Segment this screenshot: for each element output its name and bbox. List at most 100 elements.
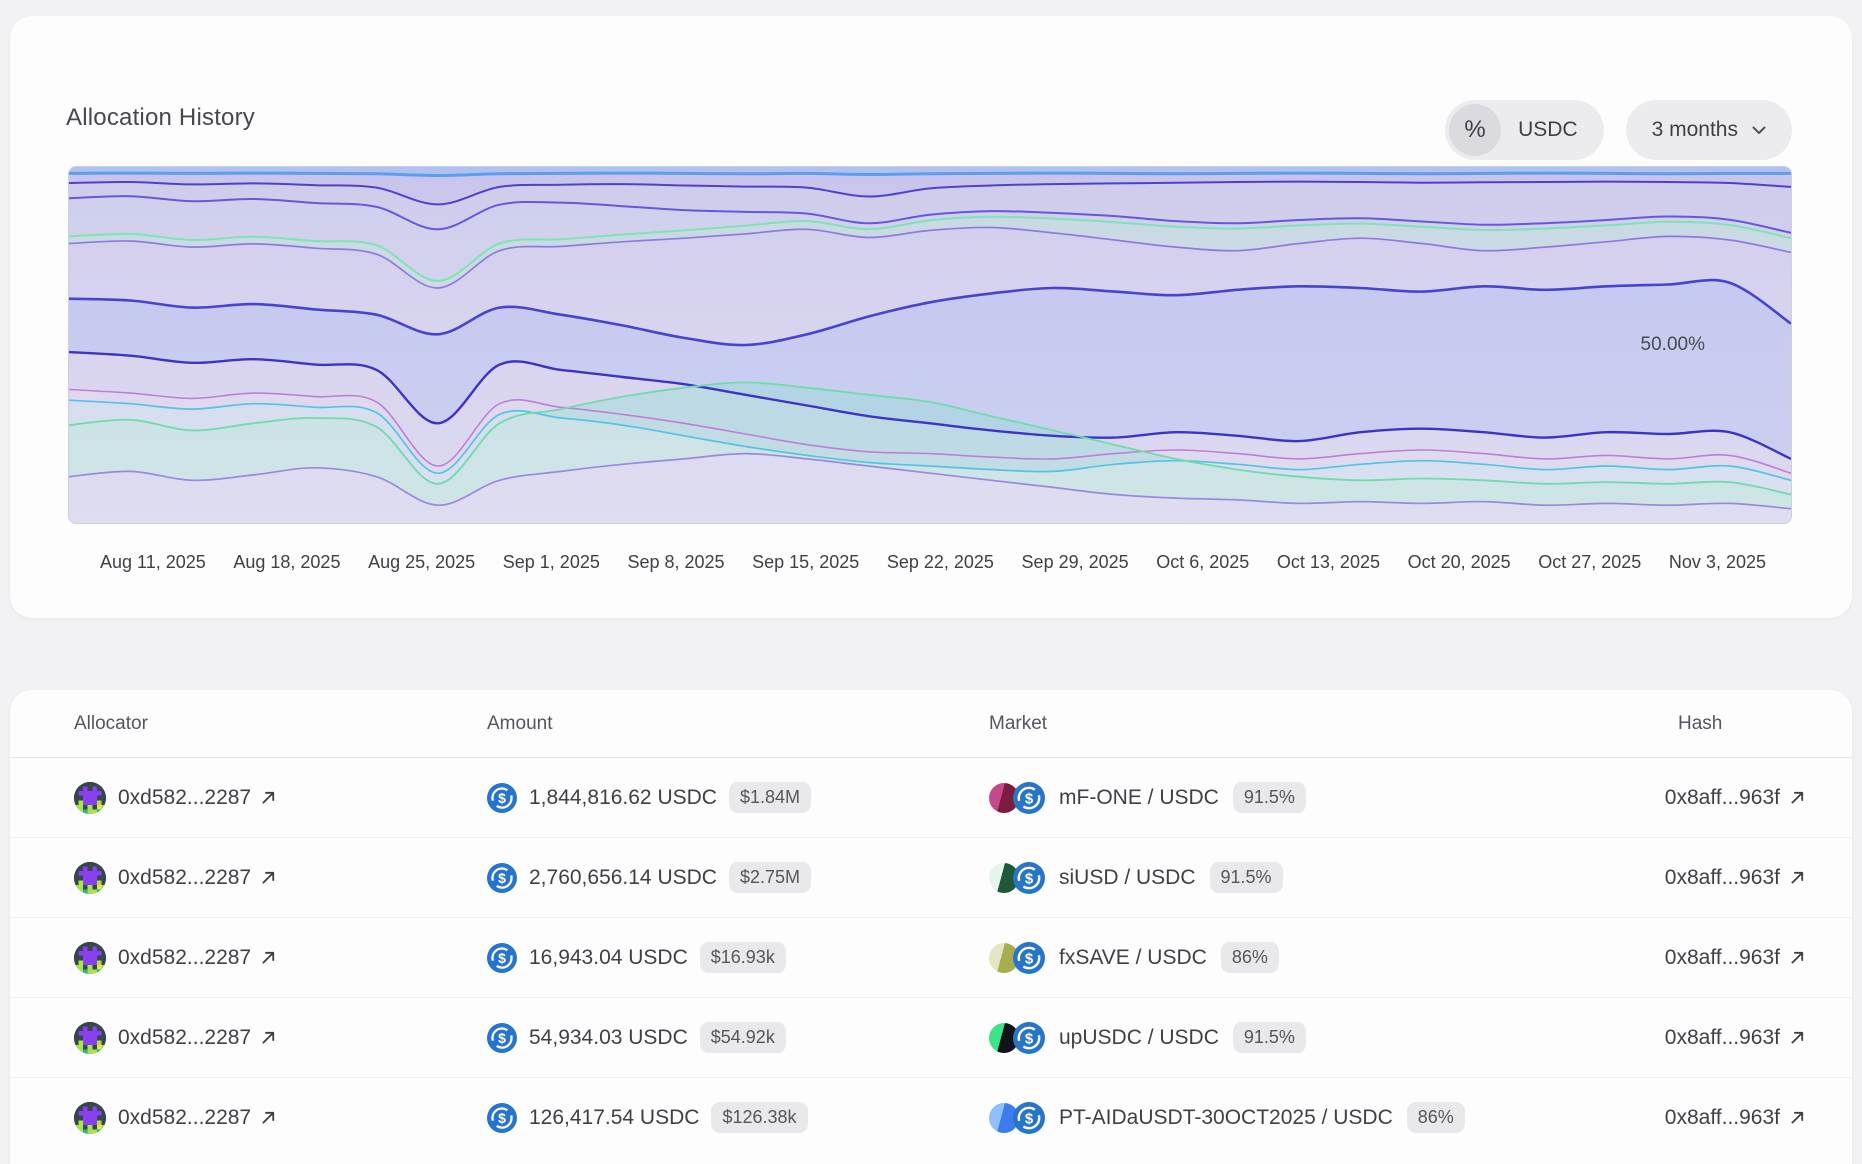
hash-cell: 0x8aff...963f xyxy=(1665,838,1805,917)
allocator-cell: 0xd582...2287 xyxy=(74,998,276,1077)
external-link-icon[interactable] xyxy=(1790,1110,1805,1125)
allocator-address-link[interactable]: 0xd582...2287 xyxy=(118,946,276,970)
table-row: 0xd582...2287 $ 2,760,656.14 USDC $2.75M xyxy=(10,838,1852,918)
market-pair-icon: $ xyxy=(989,1022,1045,1054)
axis-date-label: Oct 20, 2025 xyxy=(1408,552,1511,573)
allocator-address: 0xd582...2287 xyxy=(118,866,251,890)
svg-text:$: $ xyxy=(1025,870,1034,887)
svg-text:$: $ xyxy=(498,1109,506,1125)
allocator-cell: 0xd582...2287 xyxy=(74,838,276,917)
unit-toggle[interactable]: % USDC xyxy=(1445,100,1604,160)
percent-icon: % xyxy=(1464,116,1485,144)
axis-date-label: Aug 25, 2025 xyxy=(368,552,475,573)
amount-usd-badge: $16.93k xyxy=(700,942,786,973)
axis-date-label: Sep 29, 2025 xyxy=(1022,552,1129,573)
hash-link[interactable]: 0x8aff...963f xyxy=(1665,866,1805,890)
market-name: mF-ONE / USDC xyxy=(1059,786,1219,810)
external-link-icon[interactable] xyxy=(261,790,276,805)
market-pair-icon: $ xyxy=(989,1102,1045,1134)
amount-value: 1,844,816.62 USDC xyxy=(529,786,717,810)
amount-usd-badge: $1.84M xyxy=(729,782,811,813)
allocations-table-card: Allocator Amount Market Hash 0xd582...22… xyxy=(10,690,1852,1164)
market-percent-badge: 91.5% xyxy=(1233,782,1306,813)
amount-value: 2,760,656.14 USDC xyxy=(529,866,717,890)
svg-text:$: $ xyxy=(498,789,506,805)
allocator-cell: 0xd582...2287 xyxy=(74,918,276,997)
usdc-icon: $ xyxy=(487,1023,517,1053)
allocator-address-link[interactable]: 0xd582...2287 xyxy=(118,866,276,890)
pixel-avatar xyxy=(74,1022,106,1054)
market-name: fxSAVE / USDC xyxy=(1059,946,1207,970)
hash-value: 0x8aff...963f xyxy=(1665,1026,1780,1050)
axis-date-label: Sep 15, 2025 xyxy=(752,552,859,573)
allocation-stream-chart[interactable]: 50.00% xyxy=(68,166,1792,524)
table-row: 0xd582...2287 $ 126,417.54 USDC $126.38k xyxy=(10,1078,1852,1157)
usdc-icon: $ xyxy=(487,1103,517,1133)
usdc-icon: $ xyxy=(1013,1102,1045,1134)
amount-cell: $ 2,760,656.14 USDC $2.75M xyxy=(487,838,811,917)
usdc-icon: $ xyxy=(1013,1022,1045,1054)
market-cell: $ PT-AIDaUSDT-30OCT2025 / USDC 86% xyxy=(989,1078,1465,1157)
svg-text:$: $ xyxy=(1025,1030,1034,1047)
allocator-address-link[interactable]: 0xd582...2287 xyxy=(118,1106,276,1130)
axis-date-label: Aug 11, 2025 xyxy=(100,552,206,573)
usdc-icon: $ xyxy=(487,863,517,893)
external-link-icon[interactable] xyxy=(1790,870,1805,885)
hash-value: 0x8aff...963f xyxy=(1665,1106,1780,1130)
hash-value: 0x8aff...963f xyxy=(1665,866,1780,890)
external-link-icon[interactable] xyxy=(261,1030,276,1045)
pixel-avatar xyxy=(74,782,106,814)
allocator-address-link[interactable]: 0xd582...2287 xyxy=(118,786,276,810)
chevron-down-icon xyxy=(1752,126,1766,135)
external-link-icon[interactable] xyxy=(1790,1030,1805,1045)
time-range-value: 3 months xyxy=(1652,118,1738,142)
market-percent-badge: 86% xyxy=(1407,1102,1465,1133)
x-axis-labels: Aug 11, 2025Aug 18, 2025Aug 25, 2025Sep … xyxy=(68,552,1790,573)
market-percent-badge: 86% xyxy=(1221,942,1279,973)
allocator-address-link[interactable]: 0xd582...2287 xyxy=(118,1026,276,1050)
usdc-icon: $ xyxy=(1013,862,1045,894)
hash-link[interactable]: 0x8aff...963f xyxy=(1665,1106,1805,1130)
axis-date-label: Oct 6, 2025 xyxy=(1156,552,1249,573)
allocation-history-card: Allocation History % USDC 3 months 50.00… xyxy=(10,16,1852,618)
usdc-icon: $ xyxy=(1013,782,1045,814)
market-pair-icon: $ xyxy=(989,942,1045,974)
market-name: upUSDC / USDC xyxy=(1059,1026,1219,1050)
hash-link[interactable]: 0x8aff...963f xyxy=(1665,786,1805,810)
page-title: Allocation History xyxy=(66,104,255,132)
allocator-cell: 0xd582...2287 xyxy=(74,758,276,837)
external-link-icon[interactable] xyxy=(261,870,276,885)
hash-cell: 0x8aff...963f xyxy=(1665,758,1805,837)
axis-date-label: Sep 8, 2025 xyxy=(627,552,724,573)
amount-cell: $ 1,844,816.62 USDC $1.84M xyxy=(487,758,811,837)
external-link-icon[interactable] xyxy=(1790,950,1805,965)
amount-value: 126,417.54 USDC xyxy=(529,1106,699,1130)
time-range-select[interactable]: 3 months xyxy=(1626,100,1792,160)
external-link-icon[interactable] xyxy=(261,950,276,965)
market-cell: $ fxSAVE / USDC 86% xyxy=(989,918,1279,997)
market-name: siUSD / USDC xyxy=(1059,866,1196,890)
external-link-icon[interactable] xyxy=(1790,790,1805,805)
market-percent-badge: 91.5% xyxy=(1210,862,1283,893)
allocator-address: 0xd582...2287 xyxy=(118,946,251,970)
usdc-toggle-button[interactable]: USDC xyxy=(1518,118,1578,142)
market-pair-icon: $ xyxy=(989,782,1045,814)
pixel-avatar xyxy=(74,942,106,974)
hash-link[interactable]: 0x8aff...963f xyxy=(1665,1026,1805,1050)
hash-value: 0x8aff...963f xyxy=(1665,946,1780,970)
market-pair-icon: $ xyxy=(989,862,1045,894)
svg-text:$: $ xyxy=(498,1029,506,1045)
hash-link[interactable]: 0x8aff...963f xyxy=(1665,946,1805,970)
allocator-address: 0xd582...2287 xyxy=(118,1106,251,1130)
market-cell: $ siUSD / USDC 91.5% xyxy=(989,838,1283,917)
table-header: Allocator Amount Market Hash xyxy=(10,690,1852,758)
axis-date-label: Nov 3, 2025 xyxy=(1669,552,1766,573)
amount-cell: $ 16,943.04 USDC $16.93k xyxy=(487,918,786,997)
table-body: 0xd582...2287 $ 1,844,816.62 USDC $1.84M xyxy=(10,758,1852,1157)
svg-text:$: $ xyxy=(1025,950,1034,967)
column-header-allocator: Allocator xyxy=(74,713,148,735)
table-row: 0xd582...2287 $ 54,934.03 USDC $54.92k xyxy=(10,998,1852,1078)
table-row: 0xd582...2287 $ 16,943.04 USDC $16.93k xyxy=(10,918,1852,998)
percent-toggle-button[interactable]: % xyxy=(1449,104,1501,156)
external-link-icon[interactable] xyxy=(261,1110,276,1125)
